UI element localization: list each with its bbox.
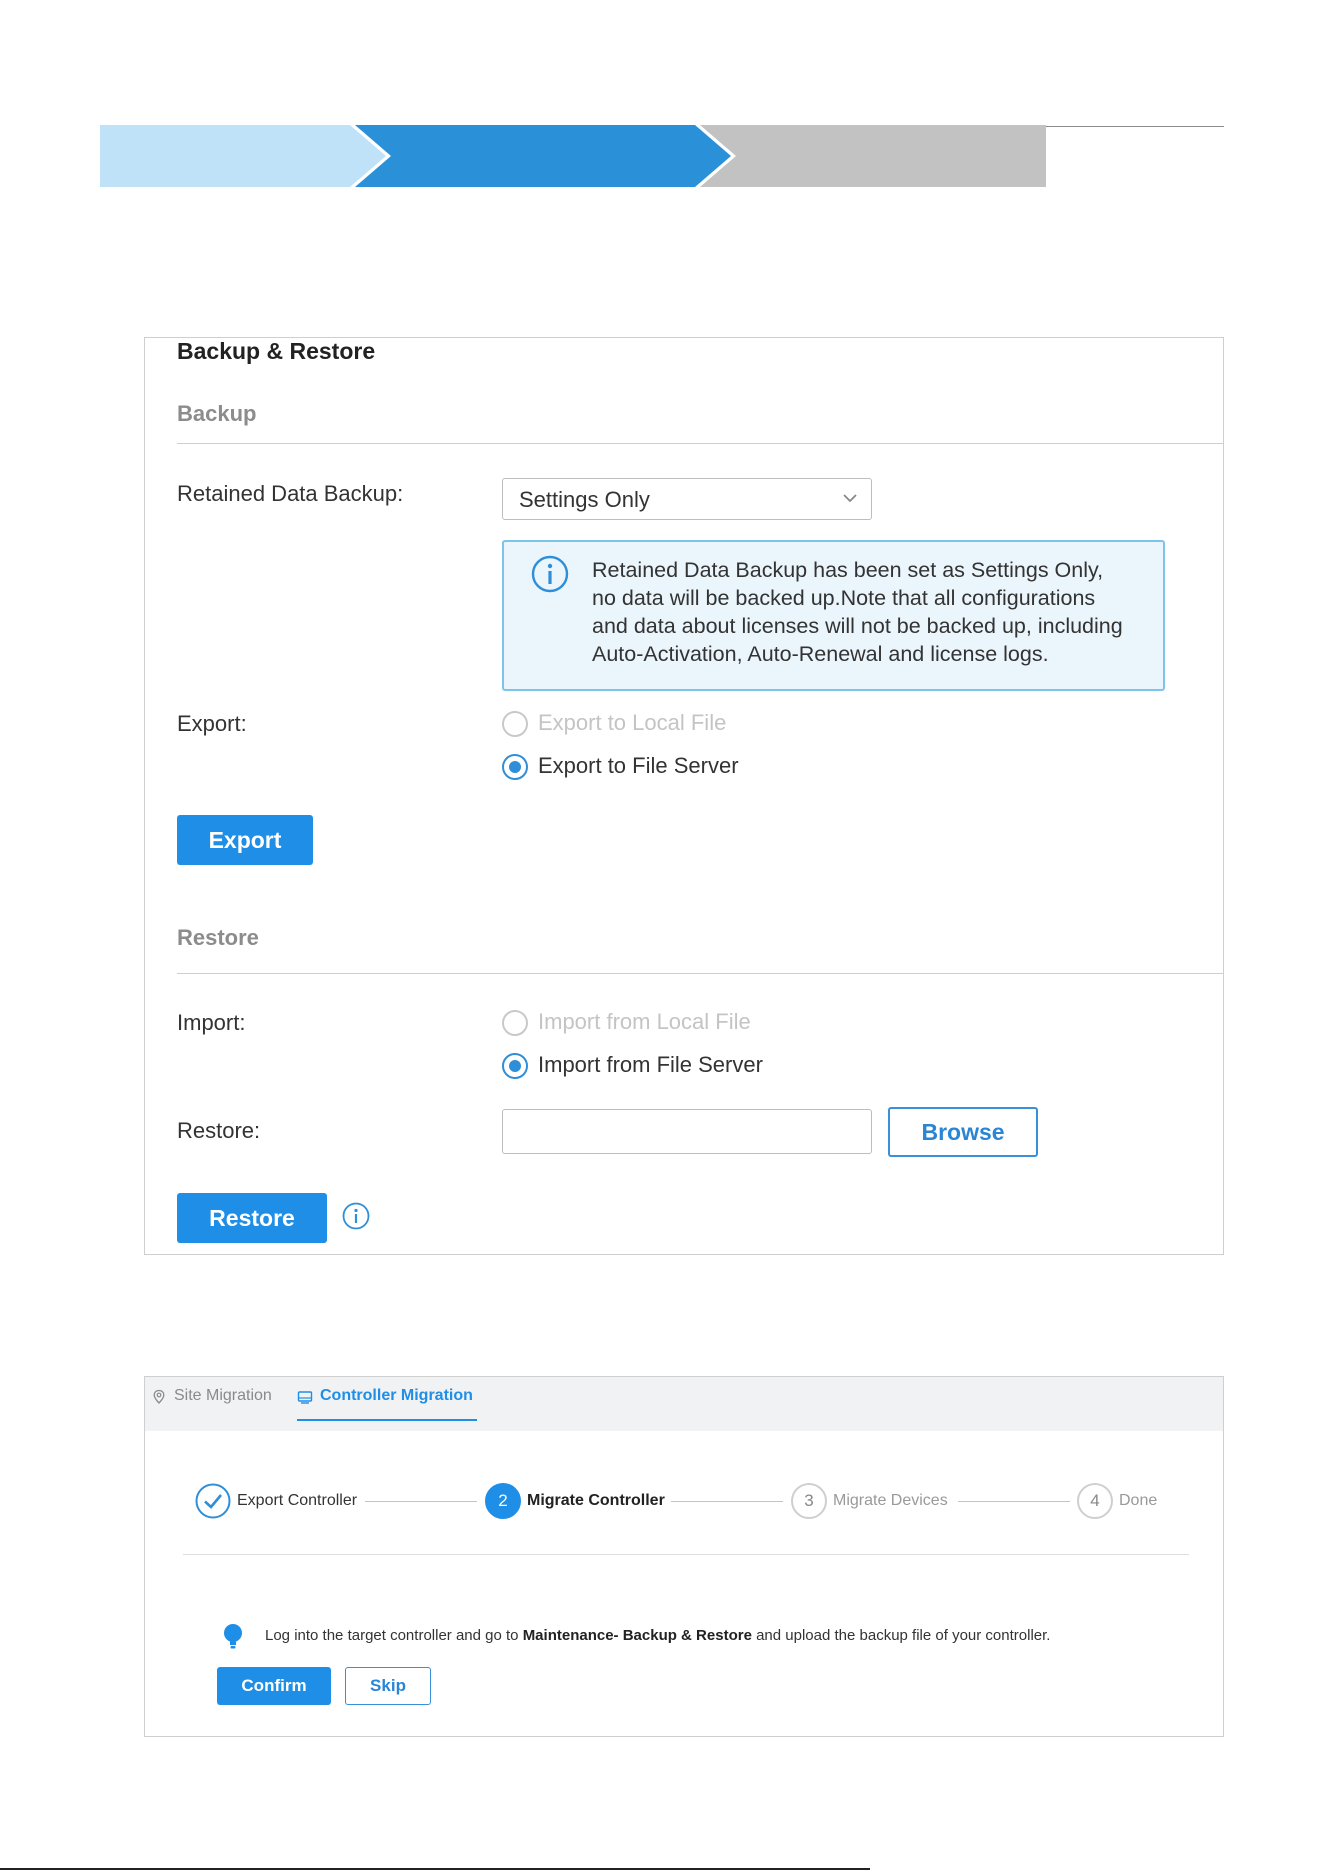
instruction-path: Maintenance- Backup & Restore xyxy=(522,1627,752,1644)
lightbulb-icon xyxy=(224,1624,242,1649)
retained-data-info-box: Retained Data Backup has been set as Set… xyxy=(502,540,1165,691)
export-label: Export: xyxy=(177,711,247,736)
step-connector xyxy=(671,1501,783,1502)
progress-chevron-bar xyxy=(100,125,1224,187)
retained-data-info-text: Retained Data Backup has been set as Set… xyxy=(592,556,1152,668)
restore-label: Restore: xyxy=(177,1118,261,1143)
info-icon[interactable] xyxy=(341,1201,371,1231)
panel-title: Backup & Restore xyxy=(177,338,376,364)
export-file-server-label: Export to File Server xyxy=(538,753,739,778)
info-text-line: and data about licenses will not be back… xyxy=(592,614,1123,638)
step-number: 3 xyxy=(791,1483,827,1519)
tab-label: Controller Migration xyxy=(320,1387,473,1404)
export-local-file-radio[interactable] xyxy=(502,711,528,737)
retained-data-backup-select[interactable]: Settings Only xyxy=(502,478,872,520)
export-button[interactable]: Export xyxy=(177,815,313,865)
instruction-text: Log into the target controller and go to xyxy=(265,1627,519,1644)
chevron-down-icon xyxy=(843,494,857,503)
stepper-divider xyxy=(183,1554,1189,1555)
chevron-step-pending xyxy=(700,125,1046,187)
instruction-text: and upload the backup file of your contr… xyxy=(756,1627,1051,1644)
tab-controller-migration[interactable]: Controller Migration xyxy=(297,1387,477,1421)
step-number: 4 xyxy=(1077,1483,1113,1519)
step-label: Export Controller xyxy=(237,1492,358,1509)
location-pin-icon xyxy=(153,1389,165,1404)
step-label: Migrate Controller xyxy=(527,1492,665,1509)
backup-section-title: Backup xyxy=(177,401,257,426)
step-label: Migrate Devices xyxy=(833,1492,948,1509)
retained-data-backup-value: Settings Only xyxy=(519,487,650,512)
import-local-file-radio[interactable] xyxy=(502,1010,528,1036)
chevron-bar-rule xyxy=(1046,126,1224,127)
page-bottom-rule xyxy=(0,1868,870,1870)
info-text-line: Retained Data Backup has been set as Set… xyxy=(592,558,1104,582)
restore-file-input[interactable] xyxy=(502,1109,872,1154)
export-file-server-radio[interactable] xyxy=(502,754,528,780)
import-file-server-label: Import from File Server xyxy=(538,1052,763,1077)
restore-button[interactable]: Restore xyxy=(177,1193,327,1243)
info-text-line: no data will be backed up.Note that all … xyxy=(592,586,1096,610)
step-number: 2 xyxy=(485,1483,521,1519)
restore-section-title: Restore xyxy=(177,925,259,950)
tab-label: Site Migration xyxy=(174,1387,272,1404)
backup-section-divider xyxy=(177,443,1223,444)
skip-button[interactable]: Skip xyxy=(345,1667,431,1705)
check-circle-icon xyxy=(195,1483,231,1519)
migration-instruction: Log into the target controller and go to… xyxy=(265,1627,1050,1644)
import-file-server-radio[interactable] xyxy=(502,1053,528,1079)
info-icon xyxy=(531,555,569,593)
progress-chevron-graphic xyxy=(100,125,1046,187)
import-local-file-label: Import from Local File xyxy=(538,1009,751,1034)
step-connector xyxy=(958,1501,1070,1502)
chevron-step-active xyxy=(355,125,731,187)
controller-icon xyxy=(297,1391,313,1404)
step-label: Done xyxy=(1119,1492,1158,1509)
confirm-button[interactable]: Confirm xyxy=(217,1667,331,1705)
import-label: Import: xyxy=(177,1010,246,1035)
migration-panel: Site Migration Controller Migration Expo… xyxy=(144,1376,1224,1737)
migration-tab-bar: Site Migration Controller Migration xyxy=(145,1377,1223,1431)
retained-data-backup-label: Retained Data Backup: xyxy=(177,481,404,506)
export-local-file-label: Export to Local File xyxy=(538,710,727,735)
browse-button[interactable]: Browse xyxy=(888,1107,1038,1157)
backup-restore-panel: Backup & Restore Backup Retained Data Ba… xyxy=(144,337,1224,1255)
step-connector xyxy=(365,1501,477,1502)
chevron-step-done xyxy=(100,125,386,187)
restore-section-divider xyxy=(177,973,1223,974)
info-text-line: Auto-Activation, Auto-Renewal and licens… xyxy=(592,642,1049,666)
